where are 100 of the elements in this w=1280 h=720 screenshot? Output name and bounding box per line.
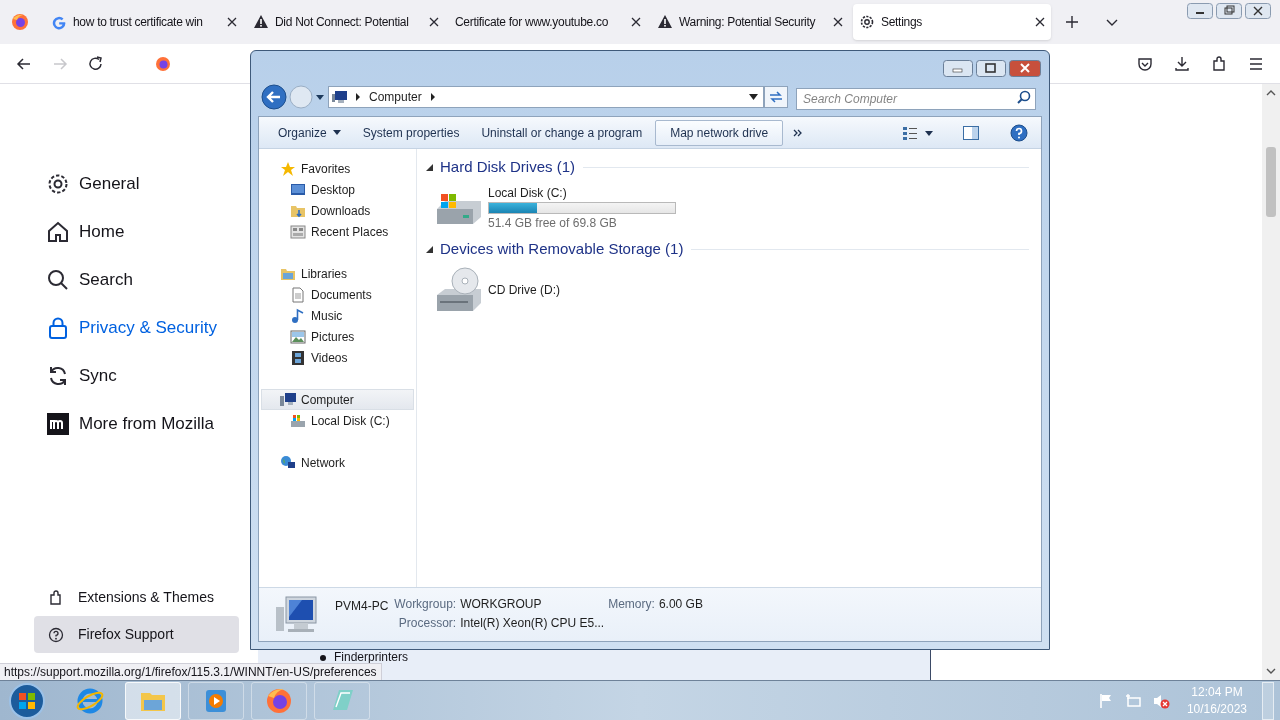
collapse-triangle-icon[interactable] bbox=[426, 163, 433, 171]
nav-item[interactable]: Network bbox=[261, 452, 414, 473]
category-tab[interactable]: Home bbox=[34, 208, 250, 256]
maximize-icon[interactable] bbox=[976, 60, 1006, 77]
start-orb-icon[interactable] bbox=[8, 681, 46, 720]
computer-icon bbox=[280, 391, 296, 408]
breadcrumb-item[interactable]: Computer bbox=[369, 88, 422, 106]
tab-title: how to trust certificate win bbox=[73, 14, 204, 31]
field-label: Processor: bbox=[397, 616, 457, 630]
toolbar-button[interactable]: Organize bbox=[269, 119, 350, 146]
music-note-icon bbox=[290, 307, 306, 324]
close-icon[interactable] bbox=[631, 17, 641, 27]
browser-tab[interactable]: Certificate for www.youtube.co bbox=[449, 4, 647, 40]
restore-icon[interactable] bbox=[1216, 3, 1242, 19]
menu-icon[interactable] bbox=[1248, 55, 1264, 72]
field-value: 6.00 GB bbox=[658, 597, 703, 611]
sidebar-link[interactable]: Firefox Support bbox=[34, 616, 239, 653]
nav-item[interactable]: Libraries bbox=[261, 263, 414, 284]
toolbar-button[interactable]: Map network drive bbox=[655, 119, 784, 146]
pocket-icon[interactable] bbox=[1137, 55, 1153, 72]
settings-icon bbox=[46, 172, 70, 196]
refresh-icon[interactable] bbox=[764, 86, 788, 108]
field-value: Intel(R) Xeon(R) CPU E5... bbox=[460, 616, 605, 630]
nav-item[interactable]: Pictures bbox=[261, 326, 414, 347]
extensions-icon bbox=[48, 589, 64, 606]
home-icon bbox=[46, 220, 70, 244]
sidebar-link[interactable]: Extensions & Themes bbox=[34, 579, 239, 616]
film-icon bbox=[290, 349, 306, 366]
toolbar-button[interactable]: System properties bbox=[353, 119, 469, 146]
preview-pane-icon[interactable] bbox=[963, 125, 979, 140]
tab-title: Settings bbox=[881, 14, 923, 31]
category-tab[interactable]: General bbox=[34, 160, 250, 208]
download-icon[interactable] bbox=[1174, 55, 1190, 72]
help-icon bbox=[48, 626, 64, 643]
computer-icon bbox=[276, 594, 320, 635]
drive-name[interactable]: Local Disk (C:) bbox=[488, 185, 676, 201]
lock-icon bbox=[46, 316, 70, 340]
browser-tab[interactable]: Settings bbox=[853, 4, 1051, 40]
nav-item[interactable]: Videos bbox=[261, 347, 414, 368]
warning-icon bbox=[253, 14, 269, 30]
nav-item[interactable]: Desktop bbox=[261, 179, 414, 200]
address-bar[interactable]: Computer bbox=[328, 86, 764, 108]
nav-item[interactable]: Music bbox=[261, 305, 414, 326]
dropdown-arrow-icon[interactable] bbox=[315, 93, 325, 101]
network-globe-icon bbox=[280, 454, 296, 471]
nav-item[interactable]: Computer bbox=[261, 389, 414, 410]
bullet-icon bbox=[320, 655, 326, 661]
speaker-muted-icon[interactable] bbox=[1151, 692, 1170, 709]
collapse-triangle-icon[interactable] bbox=[426, 245, 433, 253]
field-value: WORKGROUP bbox=[460, 597, 543, 611]
star-icon bbox=[280, 160, 296, 177]
minimize-icon[interactable] bbox=[1187, 3, 1213, 19]
tab-title: Did Not Connect: Potential bbox=[275, 14, 410, 31]
clock-date: 10/16/2023 bbox=[1186, 700, 1247, 718]
group-header[interactable]: Hard Disk Drives (1) bbox=[440, 155, 575, 179]
close-icon[interactable] bbox=[1035, 17, 1045, 27]
status-url: https://support.mozilla.org/1/firefox/115.3.1/WINNT/en-US/preferences bbox=[0, 663, 382, 680]
firefox-icon[interactable] bbox=[11, 13, 29, 31]
category-tab[interactable]: Search bbox=[34, 256, 250, 304]
reload-icon[interactable] bbox=[87, 54, 105, 73]
nav-item[interactable]: Downloads bbox=[261, 200, 414, 221]
close-icon[interactable] bbox=[429, 17, 439, 27]
new-tab-icon[interactable] bbox=[1065, 15, 1079, 29]
view-options-icon[interactable] bbox=[902, 125, 934, 140]
field-label: Memory: bbox=[608, 597, 655, 611]
nav-item[interactable]: Local Disk (C:) bbox=[261, 410, 414, 431]
close-icon[interactable] bbox=[1245, 3, 1271, 19]
chevron-right-icon bbox=[429, 93, 436, 101]
recent-places-icon bbox=[290, 223, 306, 240]
browser-tab[interactable]: Did Not Connect: Potential bbox=[247, 4, 445, 40]
taskbar-button[interactable] bbox=[251, 681, 307, 720]
scrollbar[interactable] bbox=[1262, 84, 1280, 680]
close-icon[interactable] bbox=[833, 17, 843, 27]
browser-tab[interactable]: Warning: Potential Security bbox=[651, 4, 849, 40]
category-tab[interactable]: Sync bbox=[34, 352, 250, 400]
mozilla-m-icon bbox=[46, 412, 70, 436]
nav-item[interactable]: Recent Places bbox=[261, 221, 414, 242]
disk-drive-icon bbox=[290, 412, 306, 429]
dropdown-arrow-icon[interactable] bbox=[749, 94, 758, 100]
close-icon[interactable] bbox=[227, 17, 237, 27]
nav-item[interactable]: Favorites bbox=[261, 158, 414, 179]
scroll-up-icon bbox=[1266, 90, 1276, 96]
group-header[interactable]: Devices with Removable Storage (1) bbox=[440, 237, 684, 261]
clock-time: 12:04 PM bbox=[1191, 683, 1243, 701]
field-label: Workgroup: bbox=[394, 597, 457, 611]
browser-tab[interactable]: how to trust certificate win bbox=[45, 4, 243, 40]
g-logo-icon bbox=[51, 14, 67, 30]
help-icon[interactable] bbox=[1010, 123, 1028, 142]
category-tab[interactable]: More from Mozilla bbox=[34, 400, 250, 448]
more-icon[interactable] bbox=[793, 128, 804, 137]
desktop-icon bbox=[290, 181, 306, 198]
nav-item[interactable]: Documents bbox=[261, 284, 414, 305]
drive-name[interactable]: CD Drive (D:) bbox=[488, 281, 560, 299]
scroll-thumb[interactable] bbox=[1266, 147, 1276, 217]
toolbar-button[interactable]: Uninstall or change a program bbox=[472, 119, 652, 146]
back-icon[interactable] bbox=[261, 84, 287, 110]
chevron-right-icon bbox=[355, 93, 361, 101]
category-tab[interactable]: Privacy & Security bbox=[34, 304, 250, 352]
extensions-icon[interactable] bbox=[1211, 55, 1227, 72]
search-field[interactable]: Search Computer bbox=[796, 88, 1036, 110]
